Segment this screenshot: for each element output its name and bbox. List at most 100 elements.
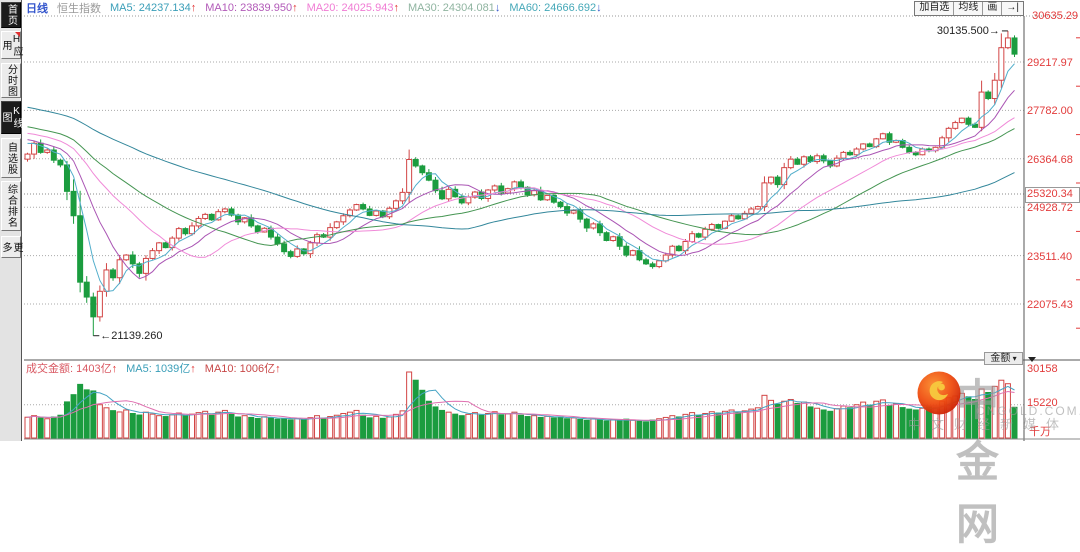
candle-body bbox=[958, 117, 965, 124]
sidebar-tab-label: 综合排名 bbox=[5, 184, 17, 228]
volume-bar bbox=[491, 411, 498, 439]
sidebar-tab-K线图[interactable]: K线图 bbox=[0, 101, 22, 134]
price-marker-tag[interactable]: 25320.34 bbox=[1025, 187, 1080, 204]
volume-bar bbox=[182, 415, 189, 439]
volume-bar bbox=[63, 401, 70, 439]
volume-bar bbox=[860, 401, 867, 439]
volume-bar bbox=[735, 412, 742, 439]
volume-bar bbox=[728, 409, 735, 439]
volume-bar bbox=[314, 415, 321, 439]
pane-collapse-arrow-icon[interactable] bbox=[1028, 357, 1036, 362]
volume-bar bbox=[215, 411, 222, 439]
volume-bar bbox=[44, 418, 51, 439]
kline-header: 日线 恒生指数 MA5: 24237.134↑ MA10: 23839.950↑ M… bbox=[26, 0, 602, 16]
volume-bar bbox=[419, 389, 426, 439]
candle-body bbox=[623, 245, 630, 256]
volume-bar bbox=[478, 414, 485, 439]
volume-bar bbox=[373, 415, 380, 439]
candle-body bbox=[399, 191, 406, 202]
volume-bar bbox=[31, 415, 38, 439]
volume-bar bbox=[656, 418, 663, 439]
candle-body bbox=[307, 242, 314, 255]
candle-body bbox=[373, 210, 380, 216]
candle-body bbox=[847, 151, 853, 156]
volume-bar bbox=[294, 418, 301, 439]
candle-body bbox=[715, 224, 722, 229]
sidebar-tab-H应用[interactable]: H应用 bbox=[0, 31, 22, 59]
price-axis-label: 22075.43 bbox=[1027, 299, 1073, 311]
volume-bar bbox=[912, 409, 919, 439]
period-label[interactable]: 日线 bbox=[26, 0, 48, 16]
volume-bar bbox=[221, 409, 228, 439]
candle-body bbox=[952, 122, 959, 129]
volume-bar bbox=[195, 412, 202, 439]
volume-bar bbox=[360, 414, 367, 439]
volume-bar bbox=[518, 414, 524, 439]
candle-body bbox=[491, 185, 498, 191]
draw-button[interactable]: 画 bbox=[982, 2, 1001, 15]
volume-bar bbox=[327, 416, 334, 439]
amount-selector-button[interactable]: 金额 ▾ bbox=[984, 352, 1023, 365]
ma-readout: MA10: 23839.950↑ bbox=[205, 1, 298, 14]
ma-toggle-button[interactable]: 均线 bbox=[953, 2, 982, 15]
volume-bar bbox=[248, 416, 255, 439]
volume-bar bbox=[116, 411, 123, 439]
candle-body bbox=[294, 248, 301, 257]
volume-bar bbox=[564, 418, 571, 439]
sidebar-tab-更多[interactable]: 更多 bbox=[0, 236, 22, 258]
candle-body bbox=[162, 242, 169, 249]
volume-bar bbox=[583, 419, 590, 439]
volume-bar bbox=[129, 412, 136, 439]
volume-bar bbox=[267, 417, 274, 439]
volume-bar bbox=[175, 412, 182, 439]
volume-bar bbox=[412, 379, 419, 439]
candle-body bbox=[774, 176, 781, 186]
candle-body bbox=[557, 201, 564, 208]
candle-body bbox=[985, 91, 992, 100]
volume-bar bbox=[610, 419, 617, 439]
price-axis-label: 26364.68 bbox=[1027, 153, 1073, 166]
candle-body bbox=[965, 117, 972, 125]
candle-body bbox=[945, 127, 952, 139]
volume-bar bbox=[50, 416, 57, 439]
collapse-panel-button[interactable]: →| bbox=[1001, 2, 1023, 15]
volume-bar bbox=[425, 400, 432, 439]
candle-body bbox=[465, 196, 472, 204]
add-watchlist-button[interactable]: 加自选 bbox=[915, 2, 953, 15]
chart-toolbar: 加自选 均线画 →| bbox=[914, 1, 1024, 16]
volume-bar bbox=[261, 416, 268, 439]
sidebar-tab-综合排名[interactable]: 综合排名 bbox=[1, 181, 21, 231]
volume-bar bbox=[136, 414, 143, 439]
volume-bar bbox=[366, 417, 373, 439]
sidebar-tab-首页[interactable]: 首页 bbox=[1, 2, 21, 28]
candle-body bbox=[853, 148, 860, 156]
volume-bar bbox=[320, 417, 327, 439]
volume-bar bbox=[208, 414, 215, 439]
price-axis-top-label: 30635.29 bbox=[1032, 10, 1078, 22]
volume-bar bbox=[629, 419, 636, 439]
volume-bar bbox=[498, 414, 505, 439]
candle-body bbox=[787, 158, 794, 169]
volume-bar bbox=[537, 416, 544, 439]
volume-bar bbox=[636, 420, 643, 439]
price-axis-label: 23511.40 bbox=[1027, 250, 1073, 263]
candle-body bbox=[149, 250, 156, 259]
sidebar-tab-分时图[interactable]: 分时图 bbox=[1, 63, 21, 98]
candle-body bbox=[603, 232, 610, 241]
volume-bar bbox=[202, 410, 209, 439]
volume-bar bbox=[932, 407, 939, 439]
volume-bar bbox=[386, 416, 393, 439]
candle-body bbox=[110, 269, 117, 279]
volume-bar bbox=[866, 404, 873, 439]
sidebar-tab-自选股[interactable]: 自选股 bbox=[1, 138, 21, 178]
volume-axis-unit-label: 千万 bbox=[1029, 426, 1051, 438]
candle-body bbox=[439, 190, 446, 200]
volume-bar bbox=[814, 407, 821, 439]
candle-body bbox=[879, 133, 886, 140]
volume-bar bbox=[300, 419, 307, 439]
candle-body bbox=[768, 176, 775, 184]
sidebar-tab-label: 分时图 bbox=[5, 64, 17, 97]
volume-bar bbox=[577, 418, 584, 439]
volume-bar bbox=[504, 413, 511, 439]
volume-bar bbox=[820, 409, 827, 439]
